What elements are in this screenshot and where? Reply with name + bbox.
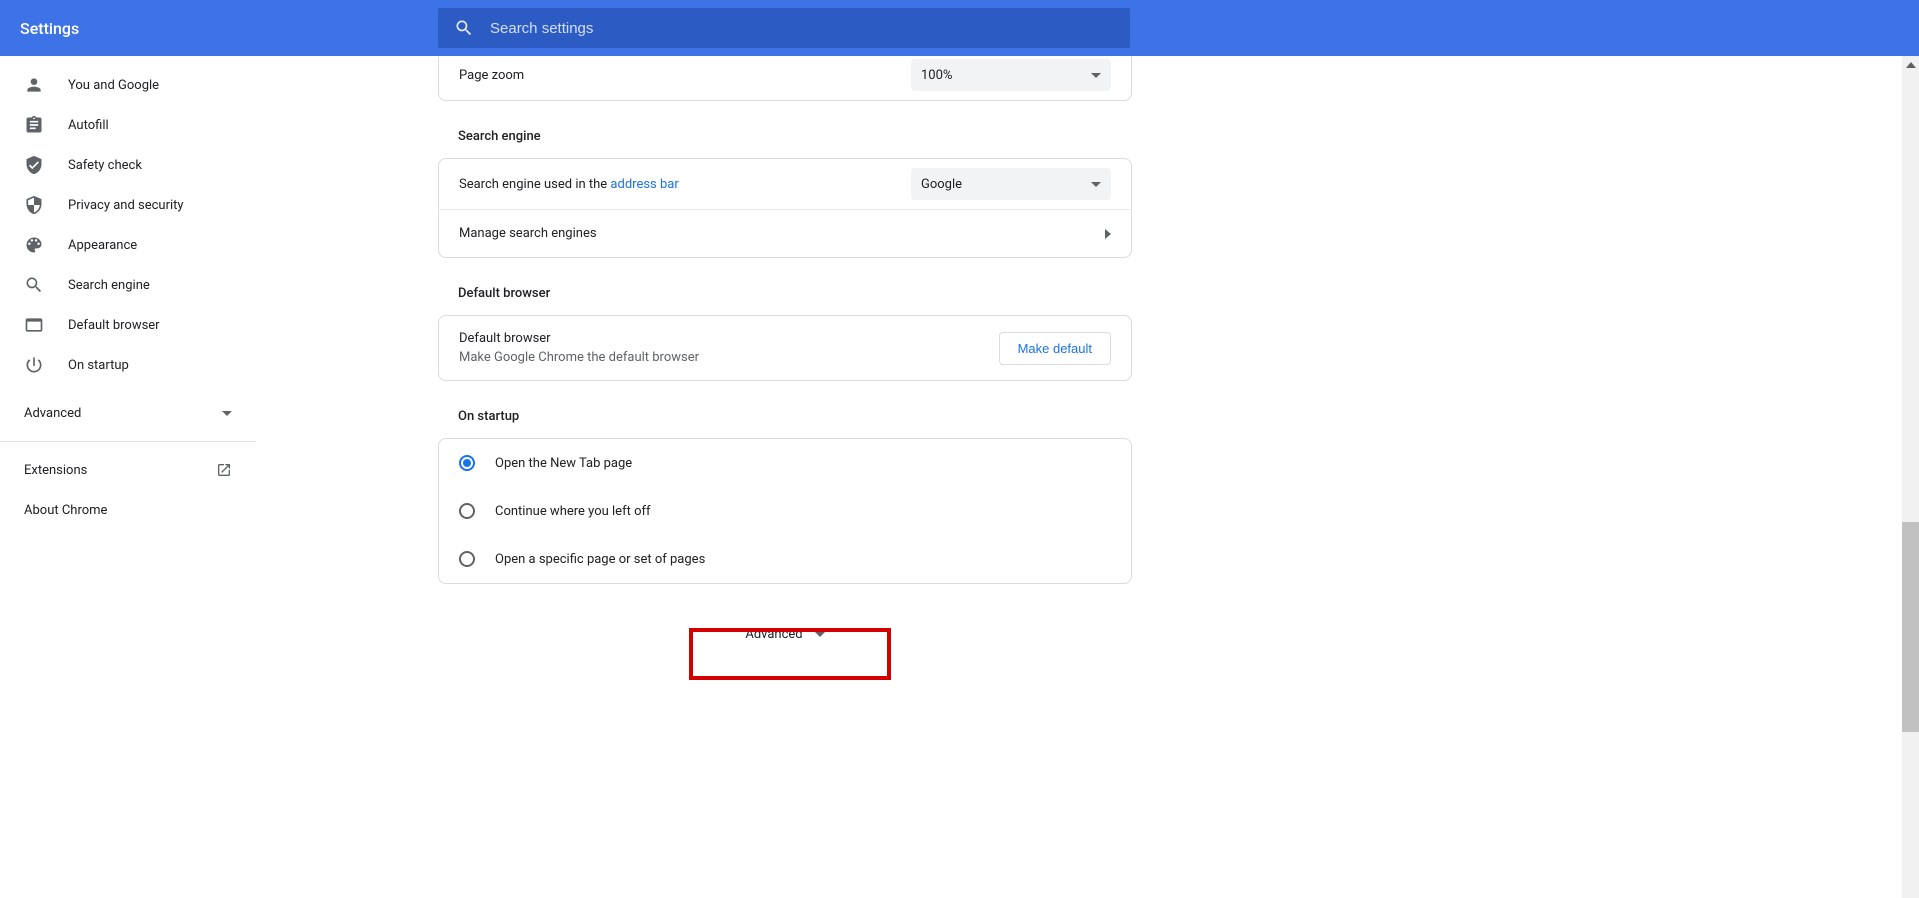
chevron-right-icon bbox=[1105, 229, 1111, 239]
startup-option-label: Continue where you left off bbox=[495, 504, 651, 519]
scrollbar-thumb[interactable] bbox=[1902, 522, 1919, 732]
default-browser-row: Default browser Make Google Chrome the d… bbox=[439, 316, 1131, 380]
shield-check-icon bbox=[24, 155, 44, 175]
search-engine-title: Search engine bbox=[438, 129, 1132, 144]
make-default-button[interactable]: Make default bbox=[999, 332, 1111, 365]
sidebar-about[interactable]: About Chrome bbox=[0, 490, 256, 530]
sidebar-extensions-label: Extensions bbox=[24, 463, 87, 478]
chevron-down-icon bbox=[815, 632, 825, 637]
search-input[interactable] bbox=[490, 20, 1114, 37]
manage-search-engines-row[interactable]: Manage search engines bbox=[439, 209, 1131, 257]
radio-icon bbox=[459, 551, 475, 567]
radio-icon bbox=[459, 503, 475, 519]
startup-option-newtab[interactable]: Open the New Tab page bbox=[439, 439, 1131, 487]
page-zoom-label: Page zoom bbox=[459, 68, 524, 83]
sidebar-item-default-browser[interactable]: Default browser bbox=[0, 305, 256, 345]
open-external-icon bbox=[216, 462, 232, 478]
on-startup-title: On startup bbox=[438, 409, 1132, 424]
search-engine-value: Google bbox=[921, 177, 962, 192]
on-startup-card: Open the New Tab page Continue where you… bbox=[438, 438, 1132, 584]
search-engine-select[interactable]: Google bbox=[911, 168, 1111, 200]
startup-option-label: Open a specific page or set of pages bbox=[495, 552, 705, 567]
page-zoom-select[interactable]: 100% bbox=[911, 59, 1111, 91]
browser-icon bbox=[24, 315, 44, 335]
search-engine-row: Search engine used in the address bar Go… bbox=[439, 159, 1131, 209]
sidebar-item-search-engine[interactable]: Search engine bbox=[0, 265, 256, 305]
manage-search-engines-label: Manage search engines bbox=[459, 226, 597, 241]
address-bar-link[interactable]: address bar bbox=[610, 177, 678, 192]
sidebar-item-you-and-google[interactable]: You and Google bbox=[0, 65, 256, 105]
search-icon bbox=[24, 275, 44, 295]
default-browser-card: Default browser Make Google Chrome the d… bbox=[438, 315, 1132, 381]
startup-option-specific[interactable]: Open a specific page or set of pages bbox=[439, 535, 1131, 583]
search-engine-card: Search engine used in the address bar Go… bbox=[438, 158, 1132, 258]
sidebar-advanced-toggle[interactable]: Advanced bbox=[0, 393, 256, 433]
chevron-down-icon bbox=[222, 411, 232, 416]
palette-icon bbox=[24, 235, 44, 255]
shield-icon bbox=[24, 195, 44, 215]
startup-option-label: Open the New Tab page bbox=[495, 456, 632, 471]
sidebar-item-label: Autofill bbox=[68, 118, 109, 133]
sidebar-divider bbox=[0, 441, 256, 442]
sidebar-item-label: Safety check bbox=[68, 158, 142, 173]
chevron-down-icon bbox=[1091, 182, 1101, 187]
search-engine-label: Search engine used in the address bar bbox=[459, 177, 679, 192]
search-settings-box[interactable] bbox=[438, 8, 1130, 48]
sidebar-item-label: Default browser bbox=[68, 318, 160, 333]
startup-option-continue[interactable]: Continue where you left off bbox=[439, 487, 1131, 535]
page-zoom-row: Page zoom 100% bbox=[439, 56, 1131, 100]
sidebar-extensions[interactable]: Extensions bbox=[0, 450, 256, 490]
power-icon bbox=[24, 355, 44, 375]
sidebar-item-privacy[interactable]: Privacy and security bbox=[0, 185, 256, 225]
sidebar-item-autofill[interactable]: Autofill bbox=[0, 105, 256, 145]
advanced-toggle-button[interactable]: Advanced bbox=[695, 614, 875, 654]
sidebar-item-appearance[interactable]: Appearance bbox=[0, 225, 256, 265]
sidebar-about-label: About Chrome bbox=[24, 503, 107, 518]
clipboard-icon bbox=[24, 115, 44, 135]
sidebar-item-on-startup[interactable]: On startup bbox=[0, 345, 256, 385]
main-content: Page zoom 100% Search engine Search engi… bbox=[256, 56, 1919, 898]
sidebar-item-label: You and Google bbox=[68, 78, 159, 93]
advanced-toggle-label: Advanced bbox=[745, 627, 802, 642]
search-icon bbox=[454, 18, 474, 38]
sidebar-item-safety-check[interactable]: Safety check bbox=[0, 145, 256, 185]
page-zoom-card: Page zoom 100% bbox=[438, 56, 1132, 101]
page-zoom-value: 100% bbox=[921, 68, 952, 83]
sidebar-item-label: Search engine bbox=[68, 278, 150, 293]
default-browser-sub: Make Google Chrome the default browser bbox=[459, 350, 699, 365]
app-header: Settings bbox=[0, 0, 1919, 56]
sidebar: You and Google Autofill Safety check Pri… bbox=[0, 56, 256, 898]
default-browser-title: Default browser bbox=[438, 286, 1132, 301]
sidebar-advanced-label: Advanced bbox=[24, 406, 81, 421]
scroll-up-arrow[interactable] bbox=[1902, 56, 1919, 73]
radio-icon bbox=[459, 455, 475, 471]
sidebar-item-label: Appearance bbox=[68, 238, 137, 253]
sidebar-item-label: On startup bbox=[68, 358, 129, 373]
chevron-down-icon bbox=[1091, 73, 1101, 78]
scrollbar-track[interactable] bbox=[1902, 56, 1919, 898]
default-browser-label: Default browser bbox=[459, 331, 699, 346]
header-title: Settings bbox=[20, 19, 79, 38]
person-icon bbox=[24, 75, 44, 95]
sidebar-item-label: Privacy and security bbox=[68, 198, 184, 213]
